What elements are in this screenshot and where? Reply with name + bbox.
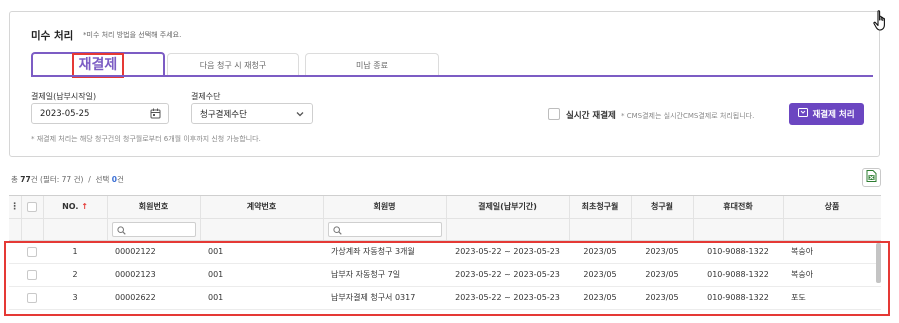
total-count: 77 [20,175,31,184]
payment-method-label: 결제수단 [191,92,221,101]
cell-member-no: 00002122 [107,240,200,264]
grid-header: ⋮ NO. ↑ 회원번호 계약번호 회원명 결제일(납부기간) 최초청구월 청구… [9,196,881,219]
col-first-bill-month[interactable]: 최초청구월 [569,196,632,219]
col-phone[interactable]: 휴대전화 [693,196,784,219]
table-row[interactable]: 2 00002123 001 납부자 자동청구 7일 2023-05-22 ~ … [9,263,881,287]
realtime-note: * CMS결제는 실시간CMS결제로 처리됩니다. [621,112,755,120]
col-payment-period[interactable]: 결제일(납부기간) [446,196,570,219]
member-name-filter-input[interactable] [327,221,442,237]
select-all-checkbox[interactable] [21,196,44,219]
cell-bill-month: 2023/05 [631,286,693,310]
repayment-submit-label: 재결제 처리 [812,110,855,120]
cell-member-name: 납부자결제 청구서 0317 [323,286,446,310]
payment-date-label: 결제일(납부시작일) [31,92,97,101]
cell-no: 3 [43,286,107,310]
section-title: 미수 처리 [31,30,74,42]
record-summary: 총 77건 (필터: 77 건) / 선택 0건 [11,175,124,184]
table-row[interactable]: 3 00002622 001 납부자결제 청구서 0317 2023-05-22… [9,286,881,310]
col-product[interactable]: 상품 [783,196,881,219]
cell-member-name: 가상계좌 자동청구 3개월 [323,240,446,264]
cell-contract-no: 001 [200,240,323,264]
grid-scrollbar[interactable] [876,243,881,283]
col-member-name[interactable]: 회원명 [323,196,447,219]
row-checkbox[interactable] [21,240,43,264]
excel-download-button[interactable] [862,168,881,187]
cell-payment-period: 2023-05-22 ~ 2023-05-23 [446,286,569,310]
cell-first-bill-month: 2023/05 [569,240,631,264]
payment-method-select[interactable]: 청구결제수단 [191,103,313,124]
cell-phone: 010-9088-1322 [693,286,783,310]
cell-member-no: 00002622 [107,286,200,310]
member-no-filter-input[interactable] [111,221,196,237]
cell-phone: 010-9088-1322 [693,240,783,264]
chevron-down-icon [295,109,305,122]
grid-filter-row [9,218,881,241]
cell-first-bill-month: 2023/05 [569,286,631,310]
unpaid-grid: ⋮ NO. ↑ 회원번호 계약번호 회원명 결제일(납부기간) 최초청구월 청구… [9,195,881,320]
payment-date-field[interactable]: 2023-05-25 [31,103,169,124]
table-row[interactable]: 1 00002122 001 가상계좌 자동청구 3개월 2023-05-22 … [9,240,881,264]
cell-phone: 010-9088-1322 [693,263,783,287]
cell-no: 1 [43,240,107,264]
unpaid-processing-panel: 미수 처리 *미수 처리 방법을 선택해 주세요. 재결제 다음 청구 시 재청… [9,11,880,157]
cell-member-no: 00002123 [107,263,200,287]
section-subtitle: *미수 처리 방법을 선택해 주세요. [83,31,182,39]
col-member-no[interactable]: 회원번호 [107,196,201,219]
realtime-checkbox[interactable] [548,108,560,120]
tab-end-unpaid[interactable]: 미납 종료 [305,53,439,76]
tab-repayment[interactable]: 재결제 [31,52,165,78]
col-contract-no[interactable]: 계약번호 [200,196,324,219]
cell-no: 2 [43,263,107,287]
cell-bill-month: 2023/05 [631,240,693,264]
cell-product: 복숭아 [783,240,881,264]
cell-contract-no: 001 [200,263,323,287]
cell-member-name: 납부자 자동청구 7일 [323,263,446,287]
payment-date-value: 2023-05-25 [40,108,90,119]
cell-product: 포도 [783,286,881,310]
hand-cursor-icon [872,9,892,36]
col-bill-month[interactable]: 청구월 [631,196,694,219]
tab-underline [31,75,873,77]
payment-method-value: 청구결제수단 [200,109,247,120]
repayment-submit-button[interactable]: 재결제 처리 [789,103,864,125]
cell-first-bill-month: 2023/05 [569,263,631,287]
col-no[interactable]: NO. ↑ [43,196,108,219]
cell-bill-month: 2023/05 [631,263,693,287]
calendar-icon[interactable] [150,108,161,122]
search-icon [116,225,126,235]
column-menu-icon[interactable]: ⋮ [9,196,22,219]
realtime-label: 실시간 재결제 [566,111,616,121]
cell-product: 복숭아 [783,263,881,287]
row-checkbox[interactable] [21,286,43,310]
sort-ascending-icon[interactable]: ↑ [81,202,88,211]
cell-contract-no: 001 [200,286,323,310]
cell-payment-period: 2023-05-22 ~ 2023-05-23 [446,240,569,264]
repayment-hint: * 재결제 처리는 해당 청구건의 청구월로부터 6개월 이후까지 신청 가능합… [31,135,261,143]
cell-payment-period: 2023-05-22 ~ 2023-05-23 [446,263,569,287]
tab-rebill-next[interactable]: 다음 청구 시 재청구 [167,53,299,76]
search-icon [332,225,342,235]
card-icon [798,108,809,120]
excel-icon [866,170,877,185]
row-checkbox[interactable] [21,263,43,287]
